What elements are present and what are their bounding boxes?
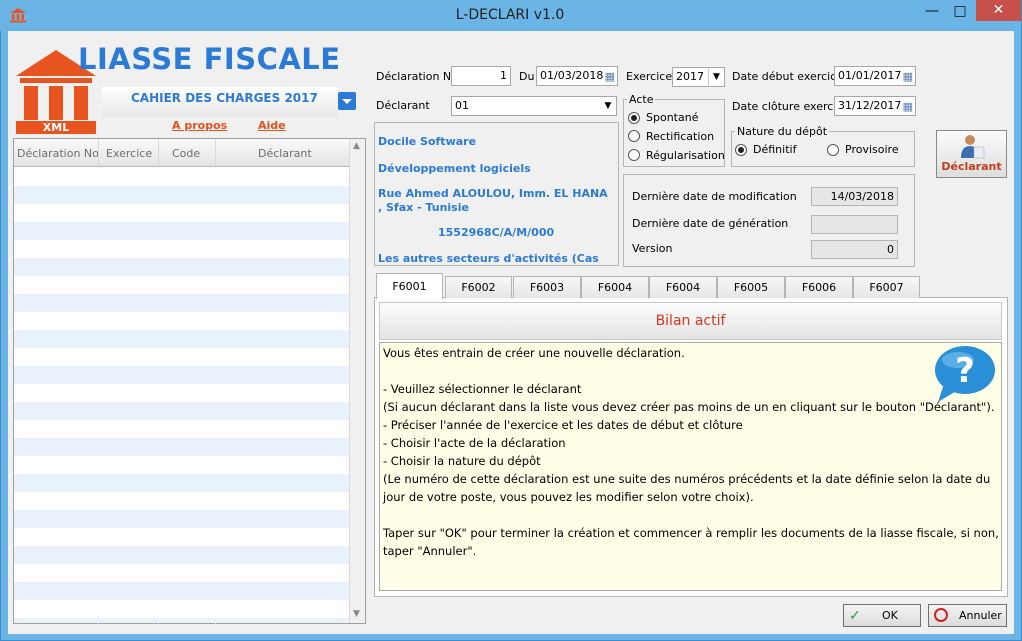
acte-rectification-radio[interactable] — [628, 130, 640, 142]
scroll-up-icon[interactable]: ▲ — [353, 141, 360, 151]
du-date-value: 01/03/2018 — [540, 69, 604, 82]
info-line: Vous êtes entrain de créer une nouvelle … — [383, 346, 685, 360]
calendar-icon[interactable]: ▦ — [903, 98, 913, 116]
cancel-icon — [934, 608, 948, 622]
tab-f6001[interactable]: F6001 — [376, 273, 443, 299]
chevron-down-icon[interactable]: ▼ — [708, 68, 724, 86]
declarant-select[interactable]: 01 ▼ — [451, 96, 617, 116]
title-bar: L-DECLARI v1.0 — □ ✕ — [0, 0, 1021, 31]
brand-title: LIASSE FISCALE — [78, 42, 341, 76]
version-label: Version — [632, 242, 673, 255]
tab-f6002[interactable]: F6002 — [445, 276, 512, 298]
acte-spontane-radio[interactable] — [628, 112, 640, 124]
last-modif-value: 14/03/2018 — [811, 187, 898, 206]
info-line: taper "Annuler". — [383, 544, 477, 558]
col-code[interactable]: Code — [172, 147, 200, 160]
date-cloture-label: Date clôture exercice — [732, 100, 850, 113]
info-line: jour de votre poste, vous pouvez les mod… — [383, 490, 754, 504]
window-title: L-DECLARI v1.0 — [455, 7, 565, 23]
declarant-label: Déclarant — [376, 99, 430, 112]
date-cloture-input[interactable]: 31/12/2017 ▦ — [834, 96, 916, 116]
acte-title: Acte — [627, 93, 656, 106]
company-tax-id: 1552968C/A/M/000 — [438, 226, 555, 239]
nature-provisoire-label[interactable]: Provisoire — [845, 143, 899, 156]
minimize-button[interactable]: — — [918, 1, 946, 21]
tab-f6004[interactable]: F6004 — [581, 276, 649, 298]
svg-text:?: ? — [955, 351, 975, 391]
exercice-label: Exercice — [626, 70, 673, 83]
check-icon: ✓ — [849, 608, 861, 624]
cancel-button[interactable]: Annuler — [928, 604, 1007, 627]
acte-regularisation-radio[interactable] — [628, 149, 640, 161]
company-address: Rue Ahmed ALOULOU, Imm. EL HANA , Sfax -… — [378, 187, 608, 214]
col-declarant[interactable]: Déclarant — [258, 147, 312, 160]
ok-label: OK — [882, 609, 898, 622]
info-line: Taper sur "OK" pour terminer la création… — [383, 526, 999, 540]
acte-rectification-label[interactable]: Rectification — [646, 130, 714, 143]
info-line: - Choisir l'acte de la déclaration — [383, 436, 566, 450]
du-date-input[interactable]: 01/03/2018 ▦ — [536, 66, 618, 86]
nature-definitif-radio[interactable] — [735, 144, 747, 156]
tab-f6006[interactable]: F6006 — [785, 276, 853, 298]
declaration-no-label: Déclaration No — [376, 70, 458, 83]
panel-header-title: Bilan actif — [655, 313, 726, 329]
company-activity: Développement logiciels — [378, 162, 531, 175]
tab-f6007[interactable]: F6007 — [853, 276, 920, 298]
company-sector: Les autres secteurs d'activités (Cas — [378, 252, 599, 265]
ok-button[interactable]: ✓ OK — [843, 604, 921, 627]
nature-title: Nature du dépôt — [735, 125, 830, 138]
exercice-select[interactable]: 2017 ▼ — [672, 67, 725, 87]
chevron-down-icon[interactable]: ▼ — [600, 97, 616, 115]
date-debut-value: 01/01/2017 — [838, 69, 902, 82]
info-line: (Si aucun déclarant dans la liste vous d… — [383, 400, 995, 414]
last-gen-value — [811, 215, 898, 234]
date-debut-label: Date début exercice — [732, 70, 844, 83]
scroll-down-icon[interactable]: ▼ — [353, 609, 360, 619]
declarant-button[interactable]: Déclarant — [936, 130, 1007, 178]
exercice-value: 2017 — [676, 70, 704, 83]
date-cloture-value: 31/12/2017 — [838, 99, 902, 112]
info-line — [383, 506, 943, 524]
brand-subtitle: CAHIER DES CHARGES 2017 — [131, 91, 318, 105]
col-declaration-no[interactable]: Déclaration No — [17, 147, 99, 160]
acte-spontane-label[interactable]: Spontané — [646, 111, 698, 124]
declarant-button-label: Déclarant — [941, 160, 1002, 173]
tab-f6005[interactable]: F6005 — [717, 276, 785, 298]
nature-definitif-label[interactable]: Définitif — [753, 143, 796, 156]
info-line: - Préciser l'année de l'exercice et les … — [383, 418, 743, 432]
help-link[interactable]: Aide — [258, 119, 286, 132]
info-line: (Le numéro de cette déclaration est une … — [383, 472, 991, 486]
last-modif-label: Dernière date de modification — [632, 190, 797, 203]
declarant-value: 01 — [455, 99, 469, 112]
last-gen-label: Dernière date de génération — [632, 217, 789, 230]
col-exercice[interactable]: Exercice — [106, 147, 152, 160]
user-icon — [959, 133, 985, 162]
close-button[interactable]: ✕ — [976, 0, 1021, 21]
tab-f6004-b[interactable]: F6004 — [649, 276, 717, 298]
calendar-icon[interactable]: ▦ — [605, 68, 615, 86]
grid-rows — [14, 168, 349, 623]
du-label: Du — [519, 70, 535, 83]
info-line — [383, 362, 943, 380]
calendar-icon[interactable]: ▦ — [903, 68, 913, 86]
maximize-button[interactable]: □ — [946, 1, 974, 21]
grid-scrollbar[interactable]: ▲ ▼ — [349, 139, 365, 623]
company-name: Docile Software — [378, 135, 477, 148]
cancel-label: Annuler — [959, 609, 1002, 622]
date-debut-input[interactable]: 01/01/2017 ▦ — [834, 66, 916, 86]
version-value: 0 — [811, 240, 898, 259]
tab-f6003[interactable]: F6003 — [513, 276, 581, 298]
declaration-no-input[interactable]: 1 — [451, 66, 511, 86]
about-link[interactable]: A propos — [172, 119, 227, 132]
info-line: - Choisir la nature du dépôt — [383, 454, 541, 468]
logo-xml-label: XML — [42, 121, 70, 134]
acte-regularisation-label[interactable]: Régularisation — [646, 149, 725, 162]
nature-provisoire-radio[interactable] — [827, 144, 839, 156]
dropdown-arrow-icon[interactable] — [338, 92, 356, 110]
info-text: Vous êtes entrain de créer une nouvelle … — [383, 344, 999, 560]
question-bubble-icon: ? — [932, 344, 998, 404]
info-line: - Veuillez sélectionner le déclarant — [383, 382, 582, 396]
